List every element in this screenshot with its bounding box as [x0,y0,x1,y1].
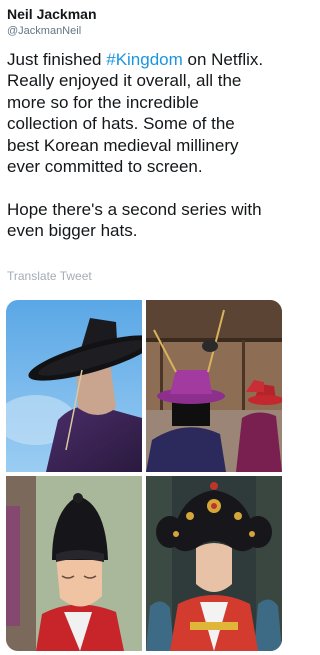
tweet-line: Hope there's a second series with [7,199,262,219]
tweet-line: Really enjoyed it overall, all the [7,71,242,91]
media-grid [6,300,282,651]
tweet-line: Just finished #Kingdom on Netflix. [7,49,282,70]
photo-officials-in-purple-and-red-hats[interactable] [146,300,282,472]
author-handle[interactable]: @JackmanNeil [7,24,97,38]
hashtag-link[interactable]: #Kingdom [106,50,183,69]
tweet-author[interactable]: Neil Jackman @JackmanNeil [7,6,97,38]
tweet-line: even bigger hats. [7,221,138,241]
tweet-text: Just finished #Kingdom on Netflix. Reall… [7,49,282,242]
photo-boy-in-black-hat-image [6,476,142,651]
tweet-text-segment: Just finished [7,50,107,69]
photo-queen-with-ornate-headdress[interactable] [146,476,282,651]
photo-boy-in-black-hat[interactable] [6,476,142,651]
tweet-text-segment: on Netflix. [182,50,264,69]
author-display-name[interactable]: Neil Jackman [7,6,97,23]
paragraph-break [7,177,282,198]
photo-queen-with-ornate-headdress-image [146,476,282,651]
photo-man-in-black-gat-hat-image [6,300,142,472]
translate-tweet-link[interactable]: Translate Tweet [7,269,92,284]
photo-man-in-black-gat-hat[interactable] [6,300,142,472]
tweet-line: more so for the incredible [7,92,199,112]
tweet-line: ever committed to screen. [7,157,203,177]
tweet-line: best Korean medieval millinery [7,135,239,155]
photo-officials-in-purple-and-red-hats-image [146,300,282,472]
tweet-line: collection of hats. Some of the [7,114,235,134]
tweet: Neil Jackman @JackmanNeil Just finished … [0,0,285,655]
